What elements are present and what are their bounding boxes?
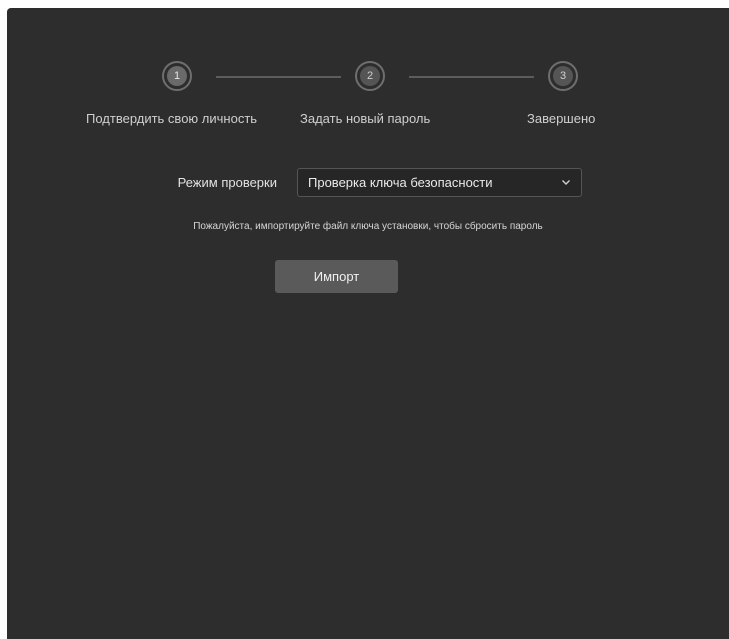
step-1-indicator: 1 xyxy=(162,61,192,91)
step-1-label: Подтвердить свою личность xyxy=(86,111,258,126)
step-2-number: 2 xyxy=(360,66,380,86)
chevron-down-icon xyxy=(561,169,571,206)
step-3-indicator: 3 xyxy=(548,61,578,91)
progress-stepper: 1 2 3 Подтвердить свою личность Задать н… xyxy=(7,8,729,148)
verification-mode-value: Проверка ключа безопасности xyxy=(308,175,493,190)
reset-password-panel: 1 2 3 Подтвердить свою личность Задать н… xyxy=(7,8,729,639)
import-hint-text: Пожалуйста, импортируйте файл ключа уста… xyxy=(193,221,543,232)
verification-mode-select[interactable]: Проверка ключа безопасности xyxy=(297,168,582,197)
step-connector-2 xyxy=(409,76,534,78)
step-3-label: Завершено xyxy=(527,111,596,126)
import-button[interactable]: Импорт xyxy=(275,260,398,293)
verification-mode-label: Режим проверки xyxy=(177,175,277,190)
step-2-label: Задать новый пароль xyxy=(300,111,431,126)
step-1-number: 1 xyxy=(167,66,187,86)
step-connector-1 xyxy=(216,76,341,78)
step-3-number: 3 xyxy=(553,66,573,86)
step-2-indicator: 2 xyxy=(355,61,385,91)
